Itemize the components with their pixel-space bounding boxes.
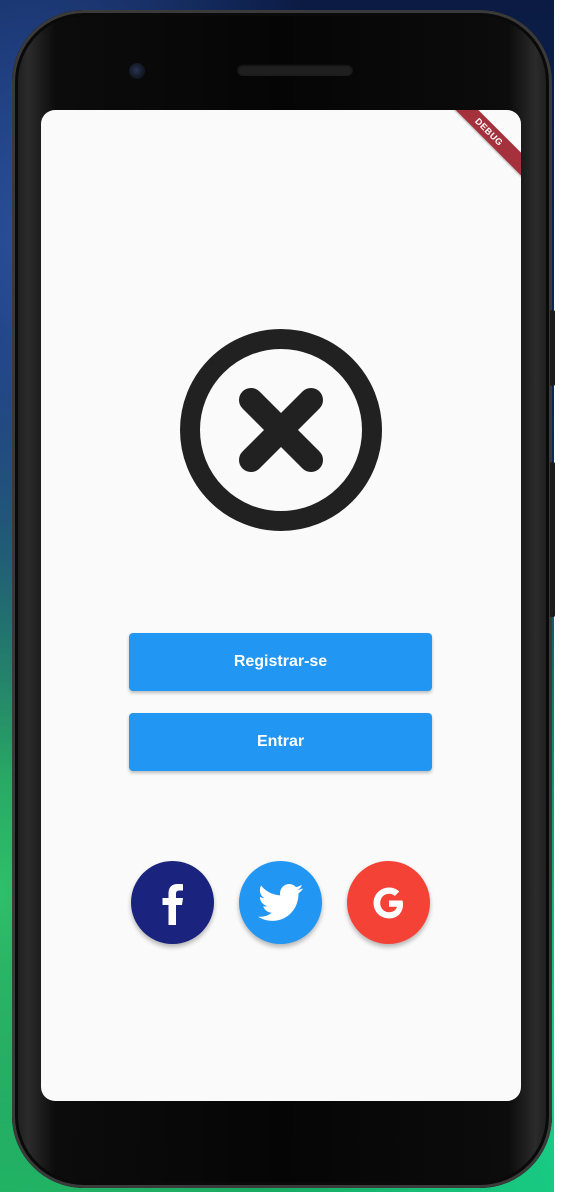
front-camera: [129, 63, 145, 79]
login-button[interactable]: Entrar: [129, 713, 432, 771]
cancel-icon: [180, 329, 382, 531]
power-button: [550, 462, 555, 617]
twitter-icon: [257, 883, 303, 921]
desktop-edge: [554, 0, 566, 1192]
register-button-label: Registrar-se: [233, 653, 328, 670]
google-button[interactable]: [347, 861, 430, 944]
app-screen: DEBUG Registrar-se Entrar: [41, 110, 521, 1101]
volume-button: [550, 310, 555, 386]
google-icon: [373, 887, 403, 918]
facebook-icon: [162, 883, 183, 925]
twitter-button[interactable]: [239, 861, 322, 944]
earpiece-speaker: [237, 64, 353, 76]
register-button[interactable]: Registrar-se: [129, 633, 432, 691]
debug-banner: DEBUG: [440, 110, 521, 181]
facebook-button[interactable]: [131, 861, 214, 944]
login-button-label: Entrar: [256, 733, 305, 750]
